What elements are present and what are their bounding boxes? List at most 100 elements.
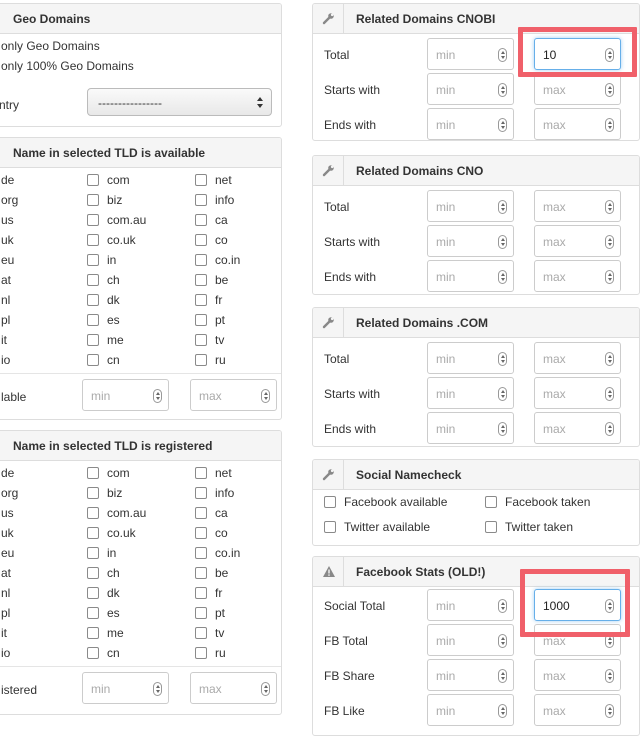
total-max-input[interactable]: max: [534, 342, 621, 374]
social-total-max-input[interactable]: 1000: [534, 589, 621, 621]
tld-it-label[interactable]: it: [1, 626, 7, 640]
tld-at-label[interactable]: at: [1, 273, 11, 287]
tld-uk-label[interactable]: uk: [1, 233, 14, 247]
spinner-icon[interactable]: [605, 352, 614, 366]
total-min-input[interactable]: min: [427, 190, 514, 222]
tld-dk-checkbox[interactable]: [87, 587, 99, 599]
tld-pt-checkbox[interactable]: [195, 314, 207, 326]
ends-with-max-input[interactable]: max: [534, 260, 621, 292]
tld-com-au-checkbox[interactable]: [87, 507, 99, 519]
spinner-icon[interactable]: [498, 634, 507, 648]
ends-with-min-input[interactable]: min: [427, 260, 514, 292]
spinner-icon[interactable]: [605, 235, 614, 249]
tld-org-label[interactable]: org: [1, 193, 18, 207]
spinner-icon[interactable]: [605, 422, 614, 436]
spinner-icon[interactable]: [153, 389, 162, 403]
spinner-icon[interactable]: [498, 422, 507, 436]
social-total-min-input[interactable]: min: [427, 589, 514, 621]
spinner-icon[interactable]: [261, 682, 270, 696]
tld-io-label[interactable]: io: [1, 353, 10, 367]
tld-me-checkbox[interactable]: [87, 627, 99, 639]
tld-cn-checkbox[interactable]: [87, 647, 99, 659]
starts-with-min-input[interactable]: min: [427, 225, 514, 257]
spinner-icon[interactable]: [605, 118, 614, 132]
tld-pl-label[interactable]: pl: [1, 313, 10, 327]
tld-at-label[interactable]: at: [1, 566, 11, 580]
spinner-icon[interactable]: [605, 48, 614, 62]
spinner-icon[interactable]: [498, 352, 507, 366]
tld-ch-checkbox[interactable]: [87, 274, 99, 286]
spinner-icon[interactable]: [605, 200, 614, 214]
tld-co-uk-checkbox[interactable]: [87, 527, 99, 539]
fb-like-min-input[interactable]: min: [427, 694, 514, 726]
tld-me-checkbox[interactable]: [87, 334, 99, 346]
tld-eu-label[interactable]: eu: [1, 253, 14, 267]
starts-with-max-input[interactable]: max: [534, 73, 621, 105]
total-min-input[interactable]: min: [427, 342, 514, 374]
tld-com-checkbox[interactable]: [87, 174, 99, 186]
tld-de-label[interactable]: de: [1, 173, 14, 187]
starts-with-max-input[interactable]: max: [534, 377, 621, 409]
spinner-icon[interactable]: [498, 669, 507, 683]
facebook-available-checkbox[interactable]: [324, 496, 336, 508]
fb-total-max-input[interactable]: max: [534, 624, 621, 656]
total-max-input[interactable]: 10: [534, 38, 621, 70]
tld-com-au-checkbox[interactable]: [87, 214, 99, 226]
spinner-icon[interactable]: [498, 270, 507, 284]
spinner-icon[interactable]: [498, 387, 507, 401]
tld-count-min-input[interactable]: min: [82, 672, 169, 704]
spinner-icon[interactable]: [498, 235, 507, 249]
tld-be-checkbox[interactable]: [195, 567, 207, 579]
tld-pl-label[interactable]: pl: [1, 606, 10, 620]
starts-with-min-input[interactable]: min: [427, 73, 514, 105]
spinner-icon[interactable]: [498, 48, 507, 62]
tld-ch-checkbox[interactable]: [87, 567, 99, 579]
spinner-icon[interactable]: [498, 83, 507, 97]
tld-fr-checkbox[interactable]: [195, 294, 207, 306]
tld-dk-checkbox[interactable]: [87, 294, 99, 306]
twitter-available-checkbox[interactable]: [324, 521, 336, 533]
tld-in-checkbox[interactable]: [87, 254, 99, 266]
tld-ca-checkbox[interactable]: [195, 214, 207, 226]
tld-net-checkbox[interactable]: [195, 467, 207, 479]
tld-tv-checkbox[interactable]: [195, 627, 207, 639]
spinner-icon[interactable]: [498, 704, 507, 718]
total-max-input[interactable]: max: [534, 190, 621, 222]
spinner-icon[interactable]: [498, 200, 507, 214]
tld-nl-label[interactable]: nl: [1, 293, 10, 307]
ends-with-max-input[interactable]: max: [534, 412, 621, 444]
fb-total-min-input[interactable]: min: [427, 624, 514, 656]
spinner-icon[interactable]: [153, 682, 162, 696]
tld-cn-checkbox[interactable]: [87, 354, 99, 366]
starts-with-max-input[interactable]: max: [534, 225, 621, 257]
fb-share-max-input[interactable]: max: [534, 659, 621, 691]
tld-us-label[interactable]: us: [1, 506, 14, 520]
tld-co-checkbox[interactable]: [195, 527, 207, 539]
spinner-icon[interactable]: [605, 387, 614, 401]
tld-biz-checkbox[interactable]: [87, 487, 99, 499]
tld-uk-label[interactable]: uk: [1, 526, 14, 540]
tld-net-checkbox[interactable]: [195, 174, 207, 186]
tld-pt-checkbox[interactable]: [195, 607, 207, 619]
spinner-icon[interactable]: [605, 83, 614, 97]
ends-with-min-input[interactable]: min: [427, 412, 514, 444]
tld-count-max-input[interactable]: max: [190, 379, 277, 411]
tld-io-label[interactable]: io: [1, 646, 10, 660]
tld-info-checkbox[interactable]: [195, 194, 207, 206]
country-select[interactable]: ----------------: [87, 88, 272, 116]
tld-co-checkbox[interactable]: [195, 234, 207, 246]
tld-count-min-input[interactable]: min: [82, 379, 169, 411]
tld-biz-checkbox[interactable]: [87, 194, 99, 206]
tld-org-label[interactable]: org: [1, 486, 18, 500]
spinner-icon[interactable]: [605, 634, 614, 648]
tld-co-uk-checkbox[interactable]: [87, 234, 99, 246]
spinner-icon[interactable]: [261, 389, 270, 403]
tld-com-checkbox[interactable]: [87, 467, 99, 479]
tld-co-in-checkbox[interactable]: [195, 254, 207, 266]
tld-ca-checkbox[interactable]: [195, 507, 207, 519]
facebook-taken-checkbox[interactable]: [485, 496, 497, 508]
ends-with-max-input[interactable]: max: [534, 108, 621, 140]
tld-fr-checkbox[interactable]: [195, 587, 207, 599]
tld-it-label[interactable]: it: [1, 333, 7, 347]
spinner-icon[interactable]: [605, 669, 614, 683]
